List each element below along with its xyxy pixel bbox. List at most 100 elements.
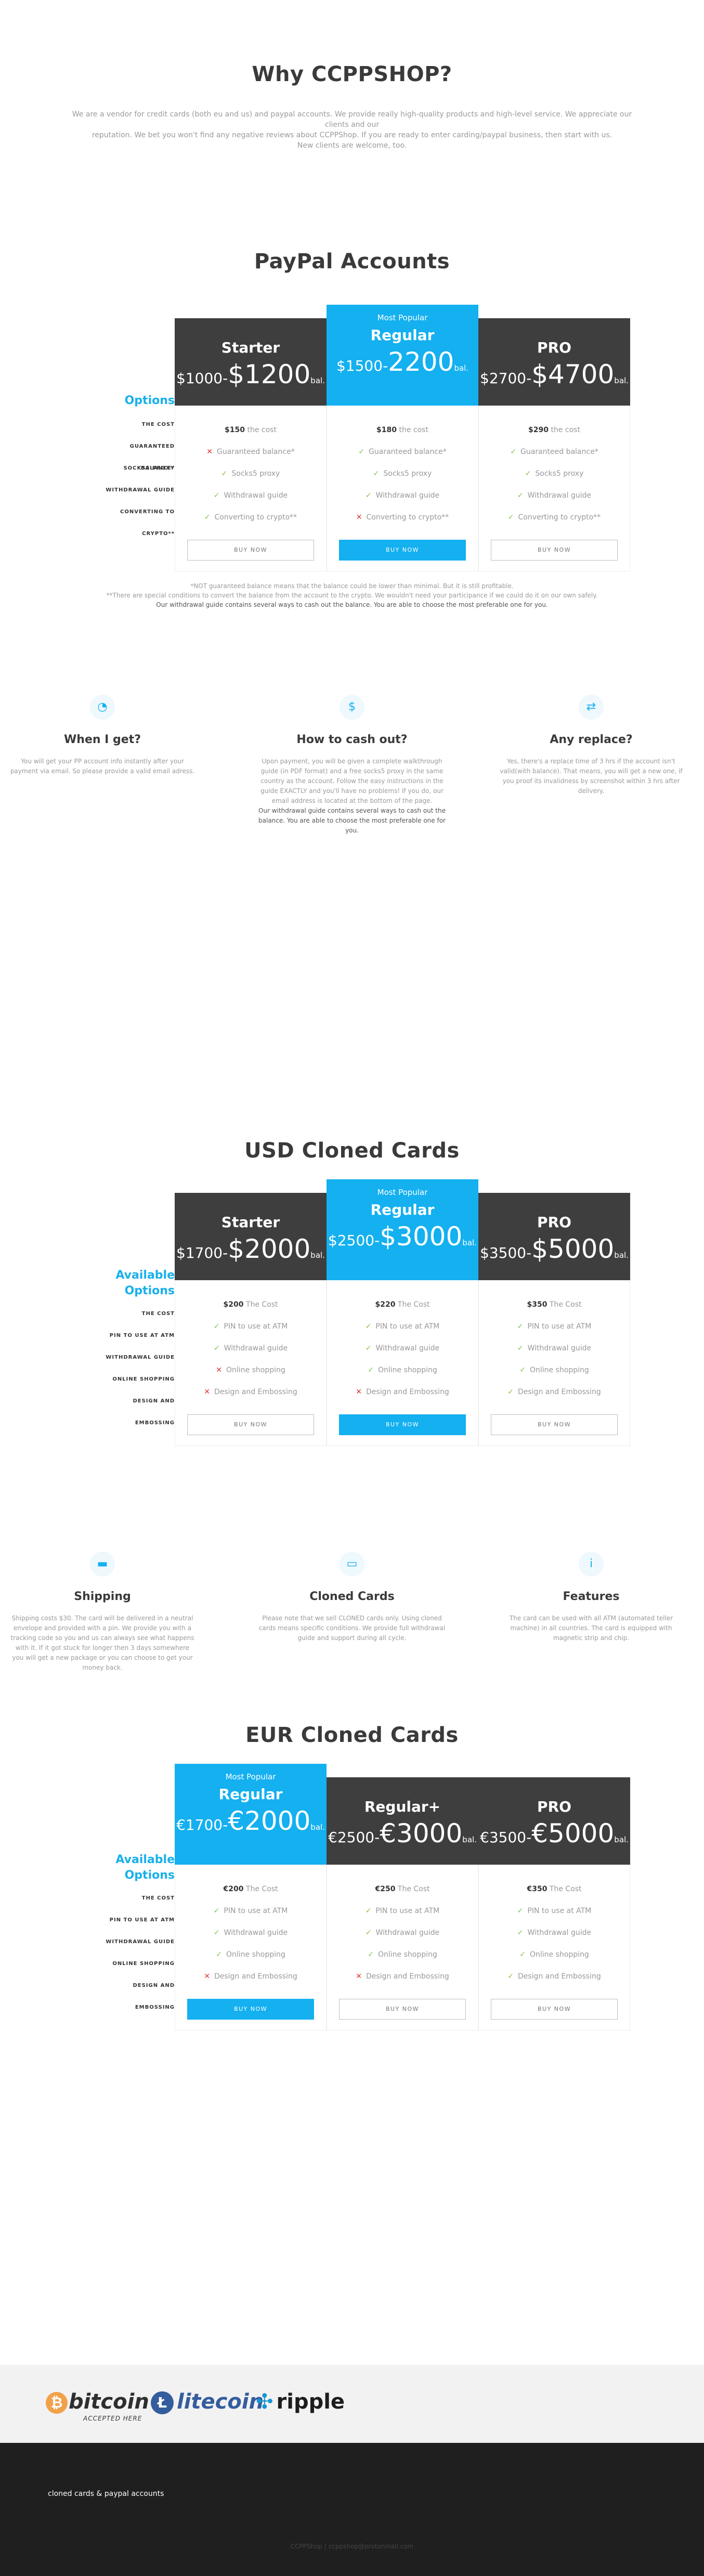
price-unit: bal. [454,363,469,373]
cost-value: $290 [528,426,549,434]
buy-now-button[interactable]: Buy now [339,1999,466,2020]
dollar-icon: $ [340,695,364,720]
buy-now-button[interactable]: Buy now [187,1414,314,1435]
feature-text: Withdrawal guide [527,1344,592,1352]
plan-cost: $200 The Cost [175,1294,326,1316]
cost-value: €200 [223,1885,244,1893]
feature-text: Withdrawal guide [375,491,440,500]
feature-text: Withdrawal guide [527,491,592,500]
options-heading: Available Options [115,1269,175,1297]
cost-label: The Cost [245,1885,278,1893]
check-icon: ✓ [510,448,517,456]
feature-text: PIN to use at ATM [224,1322,288,1331]
feature-text: Online shopping [377,1366,437,1374]
feature-text: Socks5 proxy [383,470,432,478]
most-popular-tag: Most Popular [377,313,428,322]
price-unit: bal. [310,376,325,385]
buy-now-button[interactable]: Buy now [491,1999,618,2020]
feature-text: Design and Embossing [366,1388,449,1396]
feature-cell: ✓ Online shopping [479,1944,630,1966]
plan-name: Regular [370,327,435,344]
plan-column: Regular+ €2500-€3000bal. €250 The Cost ✓ PIN… [327,1777,478,2031]
options-labels: Available Options The cost PIN to use at A… [104,1852,175,2010]
plan-header: Starter $1700-$2000bal. [175,1193,327,1280]
cost-label: the cost [551,426,580,434]
cost-label: The Cost [245,1300,278,1309]
feature-cell: ✓ Withdrawal guide [479,1922,630,1944]
info-title: When I get? [64,733,141,746]
feature-cell: ✓ Design and Embossing [479,1966,630,1987]
row-label: Guaranteed balance* [129,444,175,471]
feature-cell: ✓ Withdrawal guide [479,1337,630,1359]
feature-cell: ✓ Online shopping [327,1944,478,1966]
feature-cell: ✓ PIN to use at ATM [327,1316,478,1337]
cost-label: The Cost [549,1300,582,1309]
feature-text: Converting to crypto** [366,513,449,522]
plan-body: €350 The Cost ✓ PIN to use at ATM ✓ Withdraw… [478,1865,630,2031]
buy-now-button[interactable]: Buy now [339,1414,466,1435]
check-icon: ✓ [216,1950,222,1959]
price-from: $1000- [176,370,228,387]
feature-text: Online shopping [529,1366,589,1374]
row-label: Withdrawal guide [106,1355,175,1360]
plan-cost: €250 The Cost [327,1878,478,1900]
plan-name: PRO [537,1798,571,1815]
plan-name: Starter [221,1214,280,1231]
info-card: ◔ When I get? You will get your PP account… [9,695,196,776]
buy-now-button[interactable]: Buy now [187,1999,314,2020]
cost-value: $350 [527,1300,547,1309]
feature-text: Design and Embossing [517,1388,601,1396]
row-label: Online shopping [112,1961,175,1967]
cost-value: €250 [375,1885,396,1893]
price-unit: bal. [310,1823,325,1832]
plan-cost: $350 The Cost [479,1294,630,1316]
row-label: Withdrawal guide [106,487,175,493]
price-from: €2500- [328,1829,380,1846]
footer-copyright[interactable]: CCPPShop | ccppshop@protonmail.com [0,2543,704,2550]
plan-price: $1500-2200bal. [327,347,478,377]
price-to: €2000 [228,1806,311,1836]
info-text-strong: Our withdrawal guide contains several wa… [258,807,446,834]
feature-text: PIN to use at ATM [375,1907,440,1915]
buy-now-button[interactable]: Buy now [187,540,314,561]
row-label: Socks5 proxy [123,465,175,471]
feature-text: PIN to use at ATM [375,1322,440,1331]
price-from: $2700- [480,370,532,387]
feature-cell: ✓ Converting to crypto** [479,506,630,528]
feature-text: Online shopping [377,1950,437,1959]
price-to: $1200 [228,359,311,389]
buy-now-button[interactable]: Buy now [339,540,466,561]
plan-cost: $220 The Cost [327,1294,478,1316]
check-icon: ✓ [365,1322,372,1331]
plan-body: €200 The Cost ✓ PIN to use at ATM ✓ Withdraw… [175,1865,327,2031]
why-description: We are a vendor for credit cards (both e… [72,110,632,150]
plan-price: $2700-$4700bal. [478,359,630,389]
buy-now-button[interactable]: Buy now [491,540,618,561]
feature-cell: ✓ Socks5 proxy [175,463,326,485]
litecoin-logo: Łlitecoin [151,2390,264,2414]
plan-column: PRO $3500-$5000bal. $350 The Cost ✓ PIN to u… [478,1193,630,1446]
feature-text: Online shopping [226,1366,285,1374]
info-text: Upon payment, you will be given a comple… [260,758,444,804]
buy-now-button[interactable]: Buy now [491,1414,618,1435]
price-to: $2000 [228,1234,311,1264]
check-icon: ✓ [368,1950,374,1959]
plan-name: Regular [370,1201,435,1218]
row-label: The cost [141,1895,175,1901]
feature-cell: ✓ PIN to use at ATM [479,1900,630,1922]
why-section: Why CCPPSHOP? We are a vendor for credit… [0,62,704,151]
feature-cell: ✓ PIN to use at ATM [479,1316,630,1337]
plan-body: $350 The Cost ✓ PIN to use at ATM ✓ Withdraw… [478,1280,630,1446]
price-unit: bal. [462,1835,477,1844]
cost-value: $220 [375,1300,396,1309]
feature-text: Socks5 proxy [231,470,280,478]
feature-text: PIN to use at ATM [527,1322,592,1331]
check-icon: ✓ [373,470,380,478]
paypal-section: PayPal Accounts Options The cost Guarantee… [0,250,704,571]
check-icon: ✓ [365,1929,372,1937]
usd-section: USD Cloned Cards Available Options The co… [0,1139,704,1446]
row-label: PIN to use at ATM [109,1333,175,1338]
plan-column: Most Popular Regular €1700-€2000bal. €200 T… [175,1764,327,2031]
feature-cell: ✓ Design and Embossing [479,1381,630,1403]
check-icon: ✓ [365,1344,372,1352]
